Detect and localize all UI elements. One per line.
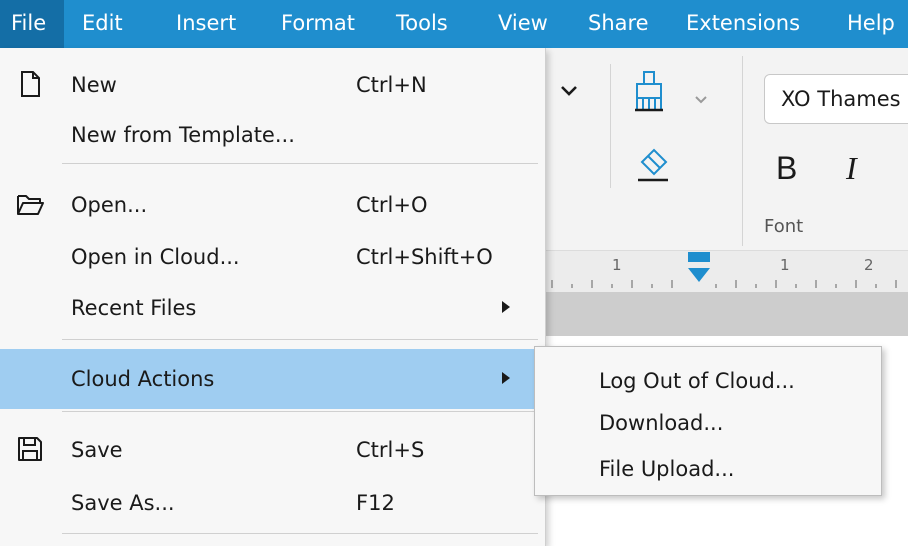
- menu-separator: [62, 339, 538, 340]
- save-icon: [16, 435, 44, 463]
- ruler-ticks: [551, 252, 897, 288]
- menu-view[interactable]: View: [498, 0, 548, 48]
- cloud-actions-submenu: Log Out of Cloud... Download... File Upl…: [534, 346, 882, 496]
- menu-tools[interactable]: Tools: [396, 0, 448, 48]
- menu-separator: [62, 411, 538, 412]
- submenu-item-label: Download...: [599, 411, 724, 435]
- submenu-item-label: File Upload...: [599, 457, 735, 481]
- chevron-down-icon[interactable]: [694, 90, 708, 109]
- menu-item-label: Cloud Actions: [71, 367, 215, 391]
- menu-edit[interactable]: Edit: [82, 0, 123, 48]
- menu-item-label: New from Template...: [71, 123, 295, 147]
- submenu-arrow-icon: [502, 372, 510, 384]
- menu-file[interactable]: File: [0, 0, 64, 48]
- toolbar-divider: [610, 64, 611, 188]
- ruler-number: 2: [864, 256, 874, 274]
- menu-separator: [62, 533, 538, 534]
- menu-item-shortcut: Ctrl+O: [356, 193, 428, 217]
- menu-item-shortcut: F12: [356, 491, 395, 515]
- font-name-field[interactable]: XO Thames: [764, 74, 908, 124]
- paint-brush-icon[interactable]: [632, 68, 666, 118]
- new-file-icon: [16, 70, 44, 98]
- menu-item-cloud-actions[interactable]: Cloud Actions: [0, 349, 546, 409]
- ruler-number: 1: [780, 256, 790, 274]
- submenu-item-download[interactable]: Download...: [535, 400, 881, 446]
- chevron-down-icon[interactable]: [560, 82, 578, 101]
- open-folder-icon: [16, 190, 44, 218]
- submenu-arrow-icon: [502, 301, 510, 313]
- menu-item-label: Save: [71, 438, 123, 462]
- menu-item-label: Save As...: [71, 491, 175, 515]
- menu-item-label: Open...: [71, 193, 148, 217]
- menu-format[interactable]: Format: [281, 0, 355, 48]
- menu-separator: [62, 163, 538, 164]
- italic-button[interactable]: I: [846, 150, 857, 187]
- eraser-icon[interactable]: [636, 142, 670, 186]
- menu-extensions[interactable]: Extensions: [686, 0, 800, 48]
- file-menu: New Ctrl+N New from Template... Open... …: [0, 48, 546, 546]
- menu-item-save-as[interactable]: Save As... F12: [0, 473, 546, 533]
- menu-item-label: Recent Files: [71, 296, 197, 320]
- menu-item-save[interactable]: Save Ctrl+S: [0, 420, 546, 480]
- menu-help[interactable]: Help: [847, 0, 895, 48]
- submenu-item-label: Log Out of Cloud...: [599, 369, 795, 393]
- menu-insert[interactable]: Insert: [176, 0, 236, 48]
- ruler-number: 1: [612, 256, 622, 274]
- menu-item-recent-files[interactable]: Recent Files: [0, 278, 546, 338]
- submenu-item-file-upload[interactable]: File Upload...: [535, 446, 881, 492]
- menu-bar: File Edit Insert Format Tools View Share…: [0, 0, 908, 48]
- submenu-item-log-out[interactable]: Log Out of Cloud...: [535, 358, 881, 404]
- bold-button[interactable]: B: [776, 150, 797, 187]
- toolbar-divider: [742, 56, 743, 246]
- menu-share[interactable]: Share: [588, 0, 649, 48]
- indent-marker[interactable]: [688, 268, 710, 282]
- menu-item-new-from-template[interactable]: New from Template...: [0, 105, 546, 165]
- menu-item-open[interactable]: Open... Ctrl+O: [0, 175, 546, 235]
- indent-marker[interactable]: [688, 252, 710, 262]
- menu-item-shortcut: Ctrl+S: [356, 438, 425, 462]
- font-group-label: Font: [764, 216, 804, 237]
